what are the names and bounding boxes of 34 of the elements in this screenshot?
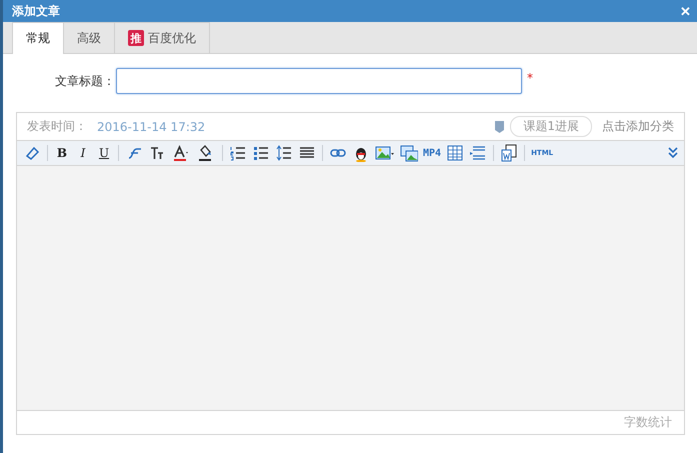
tag-icon: [495, 120, 504, 132]
word-count: 字数统计: [624, 414, 672, 431]
tab-label: 高级: [77, 30, 101, 46]
eraser-icon: [23, 144, 41, 162]
badge: 推: [128, 30, 144, 46]
format-button[interactable]: B: [53, 143, 71, 163]
toolbar-button[interactable]: [499, 143, 520, 163]
format-button[interactable]: U: [95, 143, 113, 163]
line-height-icon: [275, 144, 293, 162]
video-button[interactable]: MP4: [422, 143, 442, 163]
font-color-icon: [171, 144, 191, 162]
image-icon: [375, 144, 395, 162]
required-mark: *: [527, 71, 533, 85]
format-button[interactable]: I: [74, 143, 92, 163]
window-title: 添加文章: [12, 2, 60, 20]
tab[interactable]: 推 百度优化: [115, 22, 210, 53]
add-category-link[interactable]: 点击添加分类: [602, 118, 674, 135]
publish-label: 发表时间：: [27, 118, 87, 135]
font-size-icon: [148, 144, 166, 162]
close-button[interactable]: ✕: [680, 4, 691, 18]
page-break-icon: [469, 144, 488, 162]
tab-label: 常规: [26, 30, 50, 47]
tab-label: 百度优化: [148, 30, 196, 46]
tab[interactable]: 高级: [64, 22, 115, 53]
bullet-list-icon: [252, 144, 270, 162]
toolbar-button[interactable]: [274, 143, 294, 163]
expand-icon[interactable]: [667, 146, 679, 160]
title-input[interactable]: [116, 68, 522, 94]
numbered-list-icon: [229, 144, 247, 162]
field-label: 文章标题：: [54, 72, 115, 90]
images-icon: [400, 144, 418, 162]
word-document-icon: [500, 144, 518, 162]
table-icon: [446, 144, 464, 162]
tab[interactable]: 常规: [12, 22, 64, 54]
